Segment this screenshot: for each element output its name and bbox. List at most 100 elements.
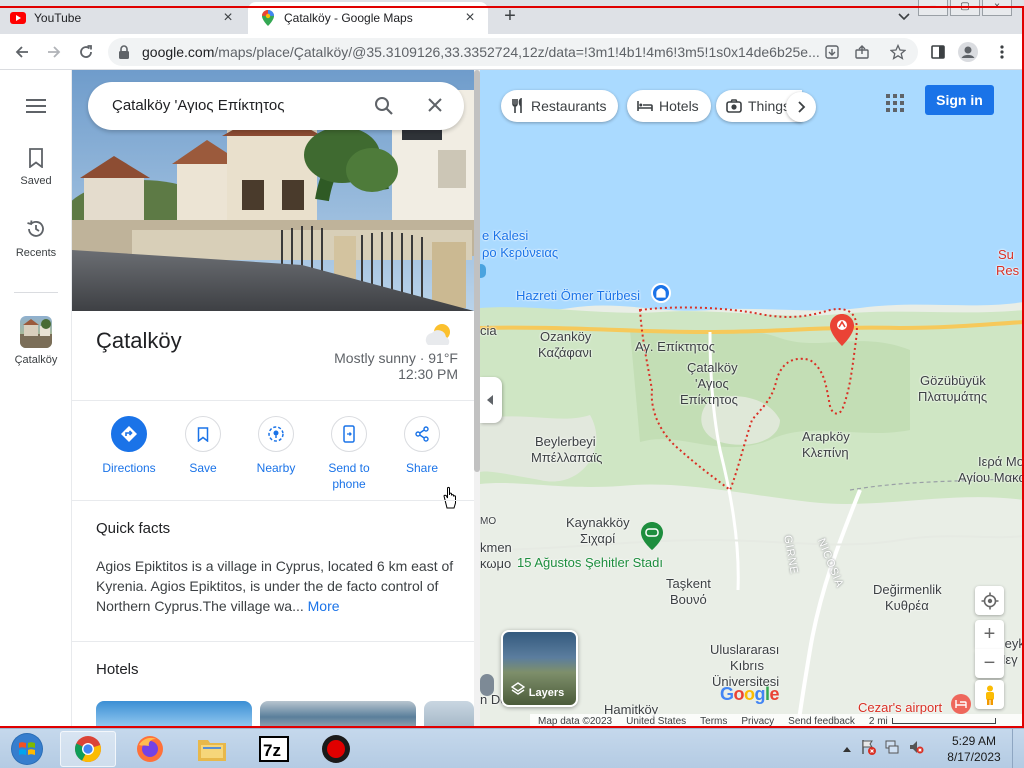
action-center-flag-icon[interactable] (860, 739, 876, 758)
side-panel-icon[interactable] (928, 42, 948, 62)
bookmark-star-icon[interactable] (889, 43, 907, 60)
my-location-button[interactable] (975, 586, 1004, 615)
tab-google-maps[interactable]: Çatalköy - Google Maps × (248, 2, 488, 34)
chip-restaurants[interactable]: Restaurants (501, 90, 619, 122)
nearby-button[interactable]: Nearby (239, 416, 313, 476)
more-link[interactable]: More (308, 598, 340, 614)
map-label[interactable]: Gözübüyük (920, 373, 986, 389)
zoom-out-button[interactable]: − (975, 649, 1004, 678)
tab-youtube[interactable]: YouTube × (10, 2, 246, 34)
search-input[interactable]: Çatalköy 'Αγιος Επίκτητος (112, 97, 284, 114)
layers-button[interactable]: Layers (501, 630, 578, 707)
address-bar[interactable]: google.com/maps/place/Çatalköy/@35.31091… (108, 38, 918, 66)
map-label[interactable]: Πλατυμάτης (918, 389, 987, 405)
map-label[interactable]: Ιερά Μον (978, 454, 1024, 470)
map-label[interactable]: 'Αγιος (695, 376, 729, 392)
hamburger-menu-icon[interactable] (0, 98, 72, 117)
map-label[interactable]: 15 Ağustos Şehitler Stadı (517, 555, 663, 571)
network-icon[interactable] (884, 739, 900, 758)
browser-menu-icon[interactable] (992, 42, 1012, 62)
profile-avatar-icon[interactable] (958, 42, 978, 62)
map-label[interactable]: Çatalköy (687, 360, 738, 376)
menu-button[interactable] (0, 98, 72, 121)
map-label[interactable]: κωμο (480, 556, 511, 572)
map-label[interactable]: Res (996, 263, 1019, 279)
map-label[interactable]: cia (480, 323, 497, 339)
map-label[interactable]: e Kalesi (482, 228, 528, 244)
map-label[interactable]: Beylerbeyi (535, 434, 596, 450)
map-label[interactable]: Βουνό (670, 592, 707, 608)
show-desktop-button[interactable] (1012, 729, 1024, 768)
terms-link[interactable]: Terms (700, 716, 727, 727)
region-link[interactable]: United States (626, 716, 686, 727)
map-label[interactable]: Επίκτητος (680, 392, 738, 408)
taskbar-file-explorer[interactable] (184, 731, 240, 767)
stadium-poi-icon[interactable] (641, 522, 663, 550)
scale-label[interactable]: 2 mi (869, 716, 888, 727)
map-label[interactable]: Κλεπίνη (802, 445, 849, 461)
show-hidden-icons-icon[interactable] (842, 741, 852, 756)
start-button[interactable] (4, 731, 50, 767)
red-place-marker-icon[interactable] (830, 314, 854, 349)
search-box[interactable]: Çatalköy 'Αγιος Επίκτητος (88, 82, 464, 130)
zoom-in-button[interactable]: + (975, 620, 1004, 649)
sign-in-button[interactable]: Sign in (925, 85, 994, 115)
volume-muted-icon[interactable] (908, 739, 924, 758)
back-arrow-icon[interactable] (12, 42, 32, 62)
map-label[interactable]: Su (998, 247, 1014, 263)
send-to-phone-button[interactable]: Send to phone (312, 416, 386, 492)
mosque-poi-icon[interactable] (651, 283, 671, 303)
rail-item-catalkoy[interactable]: Çatalköy (0, 316, 72, 366)
collapse-panel-button[interactable] (480, 377, 502, 423)
map-label[interactable]: Ozanköy (540, 329, 591, 345)
maximize-icon[interactable]: ▢ (950, 0, 980, 16)
map-label[interactable]: Değirmenlik (873, 582, 942, 598)
rail-item-recents[interactable]: Recents (0, 218, 72, 259)
map-canvas[interactable]: Restaurants Hotels Things Sign in e Kale… (480, 70, 1024, 728)
taskbar-clock[interactable]: 5:29 AM 8/17/2023 (944, 733, 1004, 765)
map-label[interactable]: Uluslararası (710, 642, 779, 658)
close-tab-icon[interactable]: × (462, 10, 478, 26)
hotel-card[interactable] (260, 701, 416, 728)
map-label[interactable]: Kıbrıs (730, 658, 764, 674)
forward-arrow-icon[interactable] (44, 42, 64, 62)
url-text[interactable]: google.com/maps/place/Çatalköy/@35.31091… (142, 44, 842, 60)
map-label[interactable]: Hazreti Ömer Türbesi (516, 288, 640, 304)
share-button[interactable]: Share (385, 416, 459, 476)
map-label[interactable]: Taşkent (666, 576, 711, 592)
hotel-card[interactable] (424, 701, 474, 728)
map-label[interactable]: kmen (480, 540, 512, 556)
install-app-icon[interactable] (824, 44, 840, 60)
map-label[interactable]: ΜΟ (480, 514, 496, 530)
share-page-icon[interactable] (854, 44, 870, 60)
chips-next-chevron-icon[interactable] (786, 92, 816, 122)
scale-bar[interactable] (891, 718, 996, 724)
close-tab-icon[interactable]: × (220, 10, 236, 26)
close-window-icon[interactable]: × (982, 0, 1012, 16)
tab-search-chevron-icon[interactable] (896, 8, 912, 24)
reload-icon[interactable] (76, 42, 96, 62)
taskbar-chrome[interactable] (60, 731, 116, 767)
map-label[interactable]: Σιχαρί (580, 531, 615, 547)
pegman-street-view-button[interactable] (975, 680, 1004, 709)
taskbar-firefox[interactable] (122, 731, 178, 767)
hotel-poi-icon[interactable] (951, 694, 971, 714)
hotel-card[interactable] (96, 701, 252, 728)
map-label[interactable]: Αγ. Επίκτητος (635, 339, 715, 355)
map-label[interactable]: ρο Κερύνειας (482, 245, 558, 261)
directions-button[interactable]: Directions (92, 416, 166, 476)
taskbar-7zip[interactable]: 7z (246, 731, 302, 767)
chip-hotels[interactable]: Hotels (627, 90, 711, 122)
map-label[interactable]: Αγίου Μακαρίο (958, 470, 1024, 486)
save-button[interactable]: Save (166, 416, 240, 476)
lock-icon[interactable] (118, 45, 130, 62)
google-apps-grid-icon[interactable] (884, 92, 906, 114)
search-icon[interactable] (374, 96, 394, 119)
map-label[interactable]: Kaynakköy (566, 515, 630, 531)
map-label[interactable]: Καζάφανι (538, 345, 592, 361)
minimize-icon[interactable]: – (918, 0, 948, 16)
map-label[interactable]: Μπέλλαπαϊς (531, 450, 602, 466)
clear-search-icon[interactable] (426, 96, 444, 117)
taskbar-recorder[interactable] (308, 731, 364, 767)
send-feedback-link[interactable]: Send feedback (788, 716, 855, 727)
